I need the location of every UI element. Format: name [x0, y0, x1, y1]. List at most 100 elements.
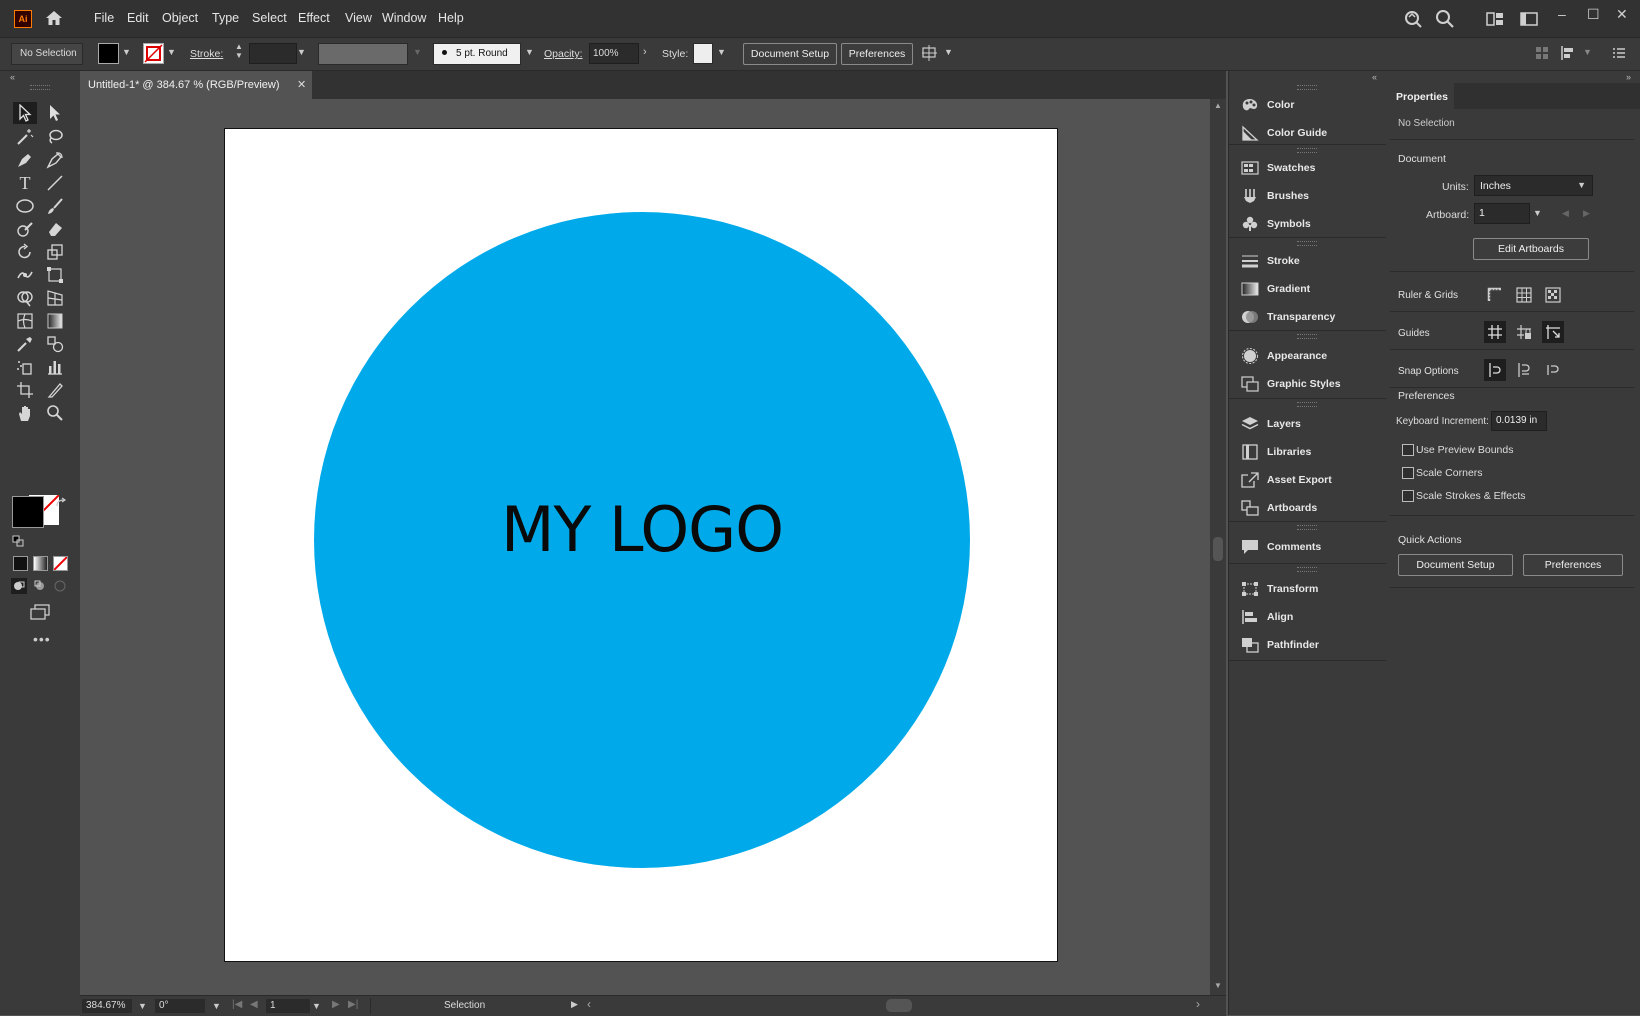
- scale-tool-icon[interactable]: [43, 241, 67, 263]
- panel-align[interactable]: Align: [1229, 603, 1386, 631]
- status-display[interactable]: Selection: [370, 998, 571, 1014]
- magic-wand-tool-icon[interactable]: [13, 126, 37, 148]
- document-setup-button[interactable]: Document Setup: [743, 43, 837, 65]
- column-graph-tool-icon[interactable]: [43, 356, 67, 378]
- screen-mode-icon[interactable]: [29, 603, 51, 621]
- type-tool-icon[interactable]: T: [13, 172, 37, 194]
- last-artboard-icon[interactable]: ▶|: [348, 999, 358, 1010]
- first-artboard-icon[interactable]: |◀: [232, 999, 242, 1010]
- paintbrush-tool-icon[interactable]: [43, 195, 67, 217]
- menu-object[interactable]: Object: [162, 11, 198, 25]
- eyedropper-tool-icon[interactable]: [13, 333, 37, 355]
- stroke-swatch[interactable]: [143, 43, 164, 64]
- fill-color-box[interactable]: [12, 496, 44, 528]
- perspective-grid-tool-icon[interactable]: [43, 287, 67, 309]
- symbol-sprayer-tool-icon[interactable]: [13, 356, 37, 378]
- hand-tool-icon[interactable]: [13, 402, 37, 424]
- shape-builder-tool-icon[interactable]: [13, 287, 37, 309]
- use-preview-bounds-checkbox[interactable]: [1402, 444, 1414, 456]
- panel-transform[interactable]: Transform: [1229, 575, 1386, 603]
- draw-inside-icon[interactable]: [52, 578, 68, 594]
- artboard[interactable]: MY LOGO: [224, 128, 1058, 962]
- quick-preferences-button[interactable]: Preferences: [1523, 554, 1623, 576]
- panel-brushes[interactable]: Brushes: [1229, 182, 1386, 210]
- menu-file[interactable]: File: [94, 11, 114, 25]
- vertical-scrollbar[interactable]: ▲ ▼: [1210, 99, 1226, 995]
- workspace-switcher-icon[interactable]: [1520, 11, 1538, 27]
- panel-libraries[interactable]: Libraries: [1229, 438, 1386, 466]
- panel-menu-icon[interactable]: [1612, 46, 1626, 60]
- keyboard-increment-input[interactable]: 0.0139 in: [1491, 411, 1547, 431]
- slice-tool-icon[interactable]: [43, 379, 67, 401]
- home-icon[interactable]: [44, 9, 64, 27]
- profile-dropdown-icon[interactable]: ▼: [413, 47, 422, 57]
- panel-pathfinder[interactable]: Pathfinder: [1229, 631, 1386, 659]
- align-dropdown-icon[interactable]: ▼: [1583, 47, 1592, 57]
- fill-dropdown-icon[interactable]: ▼: [122, 47, 131, 57]
- none-mode-icon[interactable]: [53, 556, 68, 571]
- arrange-documents-icon[interactable]: [1486, 11, 1504, 27]
- menu-window[interactable]: Window: [382, 11, 426, 25]
- panel-symbols[interactable]: Symbols: [1229, 210, 1386, 238]
- smart-guides-icon[interactable]: [1542, 321, 1564, 343]
- warp-tool-icon[interactable]: [13, 264, 37, 286]
- zoom-dropdown-icon[interactable]: ▼: [138, 1001, 147, 1011]
- draw-normal-icon[interactable]: [11, 578, 27, 594]
- stroke-dropdown-icon[interactable]: ▼: [167, 47, 176, 57]
- scroll-up-icon[interactable]: ▲: [1214, 101, 1222, 110]
- opacity-input[interactable]: 100%: [589, 43, 639, 64]
- rotation-field[interactable]: 0°: [155, 999, 205, 1013]
- gradient-tool-icon[interactable]: [43, 310, 67, 332]
- menu-view[interactable]: View: [345, 11, 372, 25]
- canvas-area[interactable]: MY LOGO: [80, 99, 1210, 995]
- horizontal-scroll-thumb[interactable]: [886, 999, 912, 1012]
- gradient-mode-icon[interactable]: [33, 556, 48, 571]
- scroll-left-icon[interactable]: ‹: [587, 997, 591, 1011]
- opacity-arrow-icon[interactable]: ›: [643, 46, 647, 58]
- close-tab-icon[interactable]: ✕: [297, 78, 306, 91]
- previous-artboard-arrow-icon[interactable]: ◀: [1562, 208, 1569, 219]
- show-guides-icon[interactable]: [1484, 321, 1506, 343]
- fill-swatch[interactable]: [98, 43, 119, 64]
- panel-asset-export[interactable]: Asset Export: [1229, 466, 1386, 494]
- scale-strokes-checkbox[interactable]: [1402, 490, 1414, 502]
- isolate-dropdown-icon[interactable]: ▼: [944, 47, 953, 57]
- artboard-tool-icon[interactable]: [13, 379, 37, 401]
- align-options-icon[interactable]: [1560, 45, 1578, 61]
- ruler-icon[interactable]: [1484, 284, 1506, 306]
- status-menu-arrow-icon[interactable]: ▶: [571, 999, 578, 1010]
- curvature-tool-icon[interactable]: [43, 149, 67, 171]
- blend-tool-icon[interactable]: [43, 333, 67, 355]
- search-icon[interactable]: [1435, 9, 1455, 29]
- pen-tool-icon[interactable]: [13, 149, 37, 171]
- menu-effect[interactable]: Effect: [298, 11, 330, 25]
- snap-to-glyph-icon[interactable]: [1542, 359, 1564, 381]
- scroll-down-icon[interactable]: ▼: [1214, 981, 1222, 990]
- snap-to-point-icon[interactable]: [1484, 359, 1506, 381]
- panel-layers[interactable]: Layers: [1229, 410, 1386, 438]
- isolate-object-icon[interactable]: [921, 44, 941, 62]
- collapse-dock-icon[interactable]: «: [1372, 72, 1377, 82]
- zoom-tool-icon[interactable]: [43, 402, 67, 424]
- transparency-grid-icon[interactable]: [1542, 284, 1564, 306]
- artboard-number-field[interactable]: 1: [266, 999, 310, 1013]
- shaper-tool-icon[interactable]: [13, 218, 37, 240]
- panel-stroke[interactable]: Stroke: [1229, 247, 1386, 275]
- stroke-weight-stepper[interactable]: ▲ ▼: [235, 42, 243, 60]
- stroke-weight-dropdown-icon[interactable]: ▼: [297, 47, 306, 57]
- ellipse-tool-icon[interactable]: [13, 195, 37, 217]
- next-artboard-icon[interactable]: ▶: [332, 999, 340, 1010]
- menu-select[interactable]: Select: [252, 11, 287, 25]
- artboard-dropdown-icon[interactable]: ▼: [312, 1001, 321, 1011]
- menu-help[interactable]: Help: [438, 11, 464, 25]
- minimize-button[interactable]: –: [1558, 6, 1566, 22]
- close-window-button[interactable]: ✕: [1616, 6, 1628, 23]
- quick-document-setup-button[interactable]: Document Setup: [1398, 554, 1513, 576]
- snap-to-pixel-icon[interactable]: [1513, 359, 1535, 381]
- panel-appearance[interactable]: Appearance: [1229, 342, 1386, 370]
- draw-behind-icon[interactable]: [32, 578, 48, 594]
- direct-selection-tool-icon[interactable]: [43, 102, 67, 124]
- learn-icon[interactable]: [1403, 9, 1423, 29]
- maximize-button[interactable]: ☐: [1587, 6, 1600, 23]
- scroll-right-icon[interactable]: ›: [1196, 997, 1200, 1011]
